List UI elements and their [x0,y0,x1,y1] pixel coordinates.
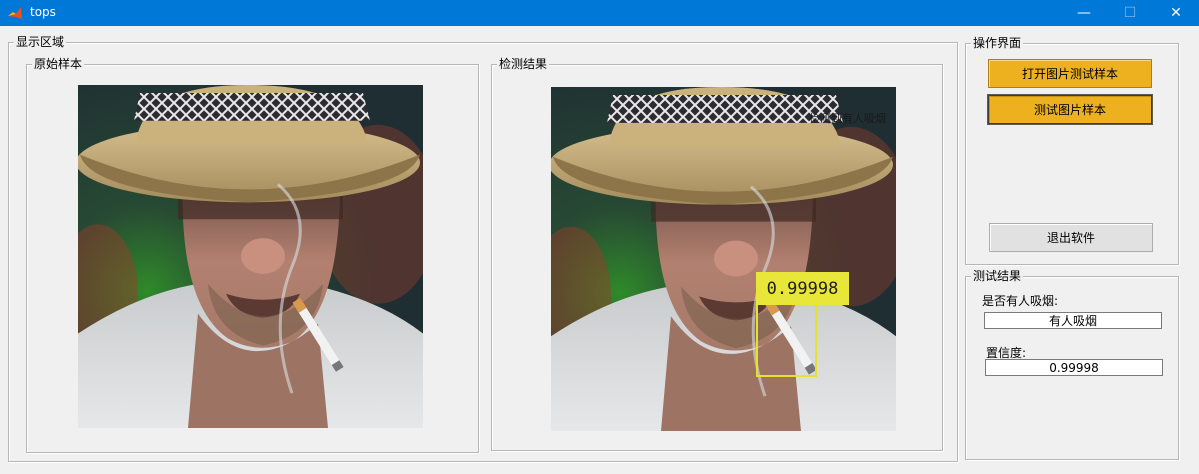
smoking-result-field[interactable]: 有人吸烟 [984,312,1162,329]
test-result-group: 测试结果 是否有人吸烟: 有人吸烟 置信度: 0.99998 [965,269,1179,460]
display-area-group: 显示区域 原始样本 检测结果 检测到有人吸烟 0.99998 [8,35,958,462]
detection-result-group: 检测结果 检测到有人吸烟 0.99998 [491,57,943,451]
original-sample-group: 原始样本 [26,57,479,453]
test-image-button[interactable]: 测试图片样本 [988,95,1152,124]
original-image [78,85,423,428]
maximize-icon[interactable]: ☐ [1107,0,1153,26]
close-icon[interactable]: ✕ [1153,0,1199,26]
confidence-field[interactable]: 0.99998 [985,359,1163,376]
original-sample-title: 原始样本 [32,57,85,71]
detection-result-title: 检测结果 [497,57,550,71]
smoking-question-label: 是否有人吸烟: [982,294,1059,308]
operation-panel-title: 操作界面 [971,36,1024,50]
matlab-icon [8,7,22,19]
window-title: tops [30,5,56,19]
minimize-icon[interactable]: — [1061,0,1107,26]
exit-button[interactable]: 退出软件 [989,223,1153,252]
result-image: 检测到有人吸烟 0.99998 [551,87,896,431]
detection-overlay-text: 检测到有人吸烟 [809,112,886,125]
display-area-title: 显示区域 [14,35,67,49]
test-result-title: 测试结果 [971,269,1024,283]
open-image-button[interactable]: 打开图片测试样本 [988,59,1152,88]
operation-panel-group: 操作界面 打开图片测试样本 测试图片样本 退出软件 [965,36,1179,265]
detection-box [756,301,817,377]
detection-score-label: 0.99998 [756,272,849,305]
title-bar: tops — ☐ ✕ [0,0,1199,26]
